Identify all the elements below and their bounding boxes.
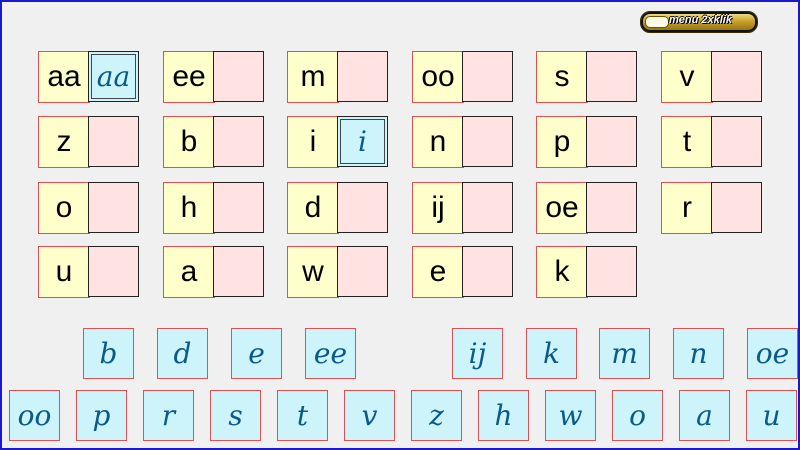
cursive-tile[interactable]: p <box>76 390 127 441</box>
letter-pair: h <box>163 182 267 235</box>
letter-pair: e <box>412 246 516 299</box>
print-letter: t <box>661 116 713 168</box>
letter-pair: u <box>38 246 142 299</box>
print-letter: e <box>412 246 464 298</box>
cursive-tile[interactable]: d <box>157 328 208 379</box>
cursive-tile[interactable]: z <box>411 390 462 441</box>
drop-slot[interactable] <box>711 182 762 233</box>
cursive-tile[interactable]: n <box>673 328 724 379</box>
letter-pair: v <box>661 51 765 104</box>
cursive-tile[interactable]: h <box>478 390 529 441</box>
cursive-tile[interactable]: b <box>83 328 134 379</box>
letter-pair: k <box>536 246 640 299</box>
cursive-tile[interactable]: a <box>679 390 730 441</box>
print-letter: k <box>536 246 588 298</box>
letter-pair: s <box>536 51 640 104</box>
game-board: menu 2xklik aa aa ee m oo s v z b i i n p t o h d ij oe r u a… <box>0 0 800 450</box>
print-letter: v <box>661 51 713 103</box>
menu-button-label: menu 2xklik <box>669 14 732 26</box>
cursive-tile[interactable]: ij <box>452 328 503 379</box>
drop-slot[interactable] <box>711 51 762 102</box>
drop-slot[interactable]: aa <box>88 51 139 102</box>
drop-slot[interactable] <box>88 182 139 233</box>
menu-button[interactable]: menu 2xklik <box>640 11 758 33</box>
drop-slot[interactable] <box>213 51 264 102</box>
drop-slot[interactable]: i <box>337 116 388 167</box>
menu-pill-icon <box>645 16 669 28</box>
cursive-tile[interactable]: w <box>545 390 596 441</box>
letter-pair: ee <box>163 51 267 104</box>
drop-slot[interactable] <box>337 246 388 297</box>
print-letter: o <box>38 182 90 234</box>
drop-slot[interactable] <box>586 182 637 233</box>
drop-slot[interactable] <box>462 116 513 167</box>
print-letter: p <box>536 116 588 168</box>
letter-pair: p <box>536 116 640 169</box>
letter-pair: ij <box>412 182 516 235</box>
letter-pair: oo <box>412 51 516 104</box>
print-letter: d <box>287 182 339 234</box>
cursive-tile[interactable]: k <box>526 328 577 379</box>
cursive-tile[interactable]: ee <box>305 328 356 379</box>
print-letter: h <box>163 182 215 234</box>
drop-slot[interactable] <box>586 116 637 167</box>
cursive-tile[interactable]: o <box>612 390 663 441</box>
print-letter: s <box>536 51 588 103</box>
drop-slot[interactable] <box>462 182 513 233</box>
drop-slot[interactable] <box>711 116 762 167</box>
drop-slot[interactable] <box>586 51 637 102</box>
print-letter: b <box>163 116 215 168</box>
print-letter: u <box>38 246 90 298</box>
drop-slot[interactable] <box>462 51 513 102</box>
print-letter: i <box>287 116 339 168</box>
letter-pair: n <box>412 116 516 169</box>
cursive-tile[interactable]: oe <box>747 328 798 379</box>
letter-pair: oe <box>536 182 640 235</box>
letter-pair: o <box>38 182 142 235</box>
cursive-tile[interactable]: t <box>277 390 328 441</box>
letter-pair: z <box>38 116 142 169</box>
cursive-tile[interactable]: oo <box>9 390 60 441</box>
letter-pair: t <box>661 116 765 169</box>
drop-slot[interactable] <box>462 246 513 297</box>
print-letter: ee <box>163 51 215 103</box>
drop-slot[interactable] <box>337 182 388 233</box>
letter-pair: d <box>287 182 391 235</box>
cursive-tile[interactable]: u <box>746 390 797 441</box>
print-letter: ij <box>412 182 464 234</box>
cursive-tile[interactable]: v <box>344 390 395 441</box>
cursive-tile[interactable]: m <box>599 328 650 379</box>
print-letter: a <box>163 246 215 298</box>
drop-slot[interactable] <box>88 116 139 167</box>
cursive-tile[interactable]: e <box>231 328 282 379</box>
letter-pair: m <box>287 51 391 104</box>
drop-slot[interactable] <box>337 51 388 102</box>
letter-pair: a <box>163 246 267 299</box>
print-letter: oo <box>412 51 464 103</box>
cursive-tile[interactable]: s <box>210 390 261 441</box>
print-letter: n <box>412 116 464 168</box>
drop-slot[interactable] <box>213 246 264 297</box>
print-letter: r <box>661 182 713 234</box>
print-letter: m <box>287 51 339 103</box>
letter-pair: aa aa <box>38 51 142 104</box>
print-letter: w <box>287 246 339 298</box>
letter-pair: ii <box>287 116 391 169</box>
letter-pair: b <box>163 116 267 169</box>
letter-pair: w <box>287 246 391 299</box>
drop-slot[interactable] <box>213 182 264 233</box>
letter-pair: r <box>661 182 765 235</box>
cursive-tile[interactable]: r <box>143 390 194 441</box>
print-letter: oe <box>536 182 588 234</box>
print-letter: aa <box>38 51 90 103</box>
drop-slot[interactable] <box>213 116 264 167</box>
drop-slot[interactable] <box>586 246 637 297</box>
print-letter: z <box>38 116 90 168</box>
drop-slot[interactable] <box>88 246 139 297</box>
